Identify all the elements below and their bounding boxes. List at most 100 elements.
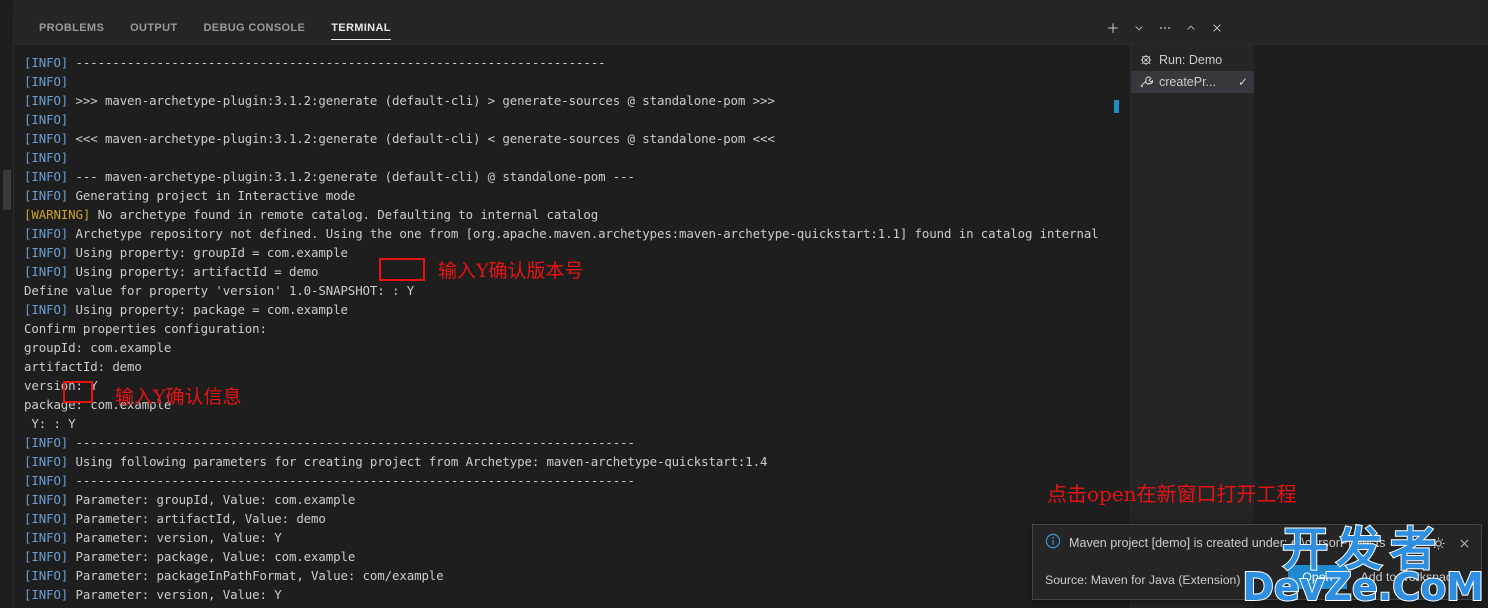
terminal-line: [INFO] [24,72,1118,91]
close-icon[interactable] [1458,537,1471,550]
notification-toolbar [1431,536,1471,551]
terminal-line-prefix: [INFO] [24,568,76,583]
terminal-line-prefix: [INFO] [24,188,76,203]
terminal-line-prefix: [INFO] [24,492,76,507]
notification-source: Source: Maven for Java (Extension) [1045,573,1241,587]
terminal-line: [INFO] >>> maven-archetype-plugin:3.1.2:… [24,91,1118,110]
notification-toast: Maven project [demo] is created under: e… [1032,524,1482,600]
tab-terminal[interactable]: TERMINAL [318,10,404,45]
terminal-line-prefix: [INFO] [24,226,76,241]
ellipsis-icon[interactable] [1152,15,1178,41]
terminal-line-text: artifactId: demo [24,359,142,374]
terminal-line-text: Parameter: packageInPathFormat, Value: c… [75,568,444,583]
terminal-line-text: version: Y [24,378,98,393]
debug-console-icon [1139,53,1153,67]
terminal-line: [INFO] ---------------------------------… [24,471,1118,490]
left-scrollbar-thumb[interactable] [3,170,11,210]
open-button[interactable]: Open [1288,565,1347,589]
terminal-line: [INFO] Archetype repository not defined.… [24,224,1118,243]
terminal-line-text: Using property: package = com.example [75,302,348,317]
panel-tab-list: PROBLEMS OUTPUT DEBUG CONSOLE TERMINAL [26,10,404,45]
terminal-line: [INFO] Parameter: artifactId, Value: dem… [24,509,1118,528]
terminal-line: [INFO] Parameter: packageInPathFormat, V… [24,566,1118,585]
terminal-line-text: Using property: groupId = com.example [75,245,348,260]
gear-icon[interactable] [1431,536,1446,551]
terminal-line-text: <<< maven-archetype-plugin:3.1.2:generat… [75,131,775,146]
terminal-line-text: Parameter: groupId, Value: com.example [75,492,356,507]
left-gutter [0,10,14,608]
terminal-line-prefix: [INFO] [24,93,76,108]
terminal-cursor [1114,100,1119,113]
panel-action-bar [1100,10,1230,45]
terminal-line-text: --- maven-archetype-plugin:3.1.2:generat… [75,169,635,184]
terminal-line-prefix: [INFO] [24,245,76,260]
terminal-line-prefix: [INFO] [24,112,76,127]
terminal-line-text: Generating project in Interactive mode [75,188,356,203]
terminal-tab-item[interactable]: createPr... ✓ [1131,71,1254,93]
add-to-workspace-button[interactable]: Add to workspace [1351,565,1470,589]
notification-buttons: Open Add to workspace [1288,565,1469,589]
close-icon[interactable] [1204,15,1230,41]
terminal-line-text: package: com.example [24,397,172,412]
terminal-line: [INFO] Using property: artifactId = demo [24,262,1118,281]
terminal-line: artifactId: demo [24,357,1118,376]
chevron-up-icon[interactable] [1178,15,1204,41]
chevron-down-icon[interactable] [1126,15,1152,41]
terminal-line: [WARNING] No archetype found in remote c… [24,205,1118,224]
terminal-line: [INFO] Parameter: package, Value: com.ex… [24,547,1118,566]
terminal-line-text: Using following parameters for creating … [75,454,768,469]
terminal-line-prefix: [INFO] [24,549,76,564]
terminal-line: Y: : Y [24,414,1118,433]
terminal-line-prefix: [INFO] [24,150,76,165]
terminal-line: package: com.example [24,395,1118,414]
terminal-line-text: >>> maven-archetype-plugin:3.1.2:generat… [75,93,775,108]
terminal-line-prefix: [INFO] [24,74,76,89]
terminal-line: Define value for property 'version' 1.0-… [24,281,1118,300]
terminal-line: groupId: com.example [24,338,1118,357]
notification-message: Maven project [demo] is created under: e… [1069,536,1386,550]
terminal-line-text: No archetype found in remote catalog. De… [97,207,599,222]
terminal-line: version: Y [24,376,1118,395]
terminal-line-text: groupId: com.example [24,340,172,355]
terminal-line-prefix: [INFO] [24,302,76,317]
tab-output[interactable]: OUTPUT [117,10,190,45]
terminal-line: [INFO] ---------------------------------… [24,53,1118,72]
terminal-line: [INFO] ---------------------------------… [24,433,1118,452]
terminal-line-text: Y: : Y [24,416,76,431]
terminal-tab-label: createPr... [1159,75,1216,89]
top-strip-left-corner [0,0,14,10]
terminal-line-prefix: [INFO] [24,473,76,488]
terminal-line-text: Confirm properties configuration: [24,321,267,336]
tab-debug-console[interactable]: DEBUG CONSOLE [190,10,318,45]
terminal-line-prefix: [INFO] [24,55,76,70]
check-icon: ✓ [1237,75,1248,89]
terminal-line-text: ----------------------------------------… [75,435,635,450]
terminal-line: [INFO] Using property: groupId = com.exa… [24,243,1118,262]
new-terminal-icon[interactable] [1100,15,1126,41]
terminal-line: [INFO] Generating project in Interactive… [24,186,1118,205]
terminal-line: [INFO] Using following parameters for cr… [24,452,1118,471]
terminal-line: [INFO] Parameter: version, Value: Y [24,585,1118,604]
tab-problems[interactable]: PROBLEMS [26,10,117,45]
terminal-line-text: Parameter: version, Value: Y [75,530,282,545]
tools-icon [1139,75,1153,89]
terminal-line-prefix: [INFO] [24,454,76,469]
terminal-line-text: Using property: artifactId = demo [75,264,319,279]
terminal-line-prefix: [INFO] [24,530,76,545]
terminal-line: [INFO] Parameter: package, Value: com.ex… [24,604,1118,608]
terminal-line-text: ----------------------------------------… [75,473,635,488]
terminal-line-prefix: [INFO] [24,435,76,450]
terminal-line: [INFO] --- maven-archetype-plugin:3.1.2:… [24,167,1118,186]
terminal-line: Confirm properties configuration: [24,319,1118,338]
info-icon [1045,533,1061,554]
terminal-output[interactable]: [INFO] ---------------------------------… [14,45,1118,608]
panel-header: PROBLEMS OUTPUT DEBUG CONSOLE TERMINAL [14,10,1488,45]
terminal-line: [INFO] Parameter: version, Value: Y [24,528,1118,547]
terminal-line: [INFO] Using property: package = com.exa… [24,300,1118,319]
terminal-line-prefix: [INFO] [24,169,76,184]
terminal-tab-item[interactable]: Run: Demo [1131,49,1254,71]
vscode-panel-screenshot: PROBLEMS OUTPUT DEBUG CONSOLE TERMINAL [INF… [0,0,1488,608]
terminal-line: [INFO] [24,148,1118,167]
terminal-line-text: Parameter: package, Value: com.example [75,549,356,564]
notification-source-row: Source: Maven for Java (Extension) Open … [1033,561,1481,599]
